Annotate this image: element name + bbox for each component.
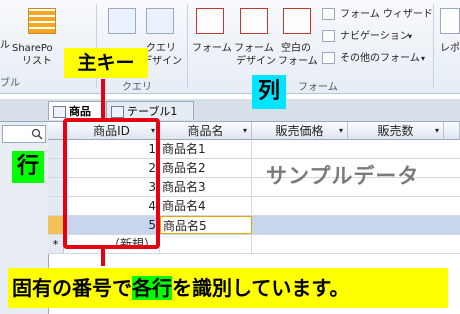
chevron-down-icon: ▾ [338, 126, 343, 135]
navigation-icon [322, 30, 335, 42]
query-design-icon [146, 8, 174, 34]
form-icon [196, 8, 224, 34]
record-selector[interactable] [48, 178, 64, 196]
tab-label: テーブル1 [127, 105, 178, 118]
form-design-label-1: フォーム [234, 43, 274, 54]
query-wizard-icon[interactable] [108, 8, 136, 34]
tab-label: 商品 [69, 105, 91, 118]
column-label: 列 [252, 75, 286, 109]
ribbon-left-cut: ル [0, 40, 10, 51]
primary-key-highlight-box [63, 118, 160, 249]
column-header-quantity[interactable]: 販売数 ▾ [348, 122, 444, 140]
blank-form-label-2: フォーム [278, 56, 318, 67]
ribbon-separator [433, 4, 434, 88]
sample-data-label: サンプルデータ [266, 164, 420, 188]
search-input[interactable] [2, 125, 46, 143]
forms-group-label: フォーム [298, 82, 338, 93]
sharepoint-label-2: リスト [22, 56, 52, 67]
search-icon [31, 128, 43, 140]
table-icon [53, 106, 66, 118]
form-design-label-2: デザイン [236, 56, 276, 67]
form-wizard-label: フォーム ウィザード [340, 9, 433, 20]
new-record-marker[interactable]: * [48, 235, 64, 253]
cell-name-editing[interactable]: 商品名5 [160, 216, 252, 234]
primary-key-label: 主キー [64, 48, 148, 78]
record-selector[interactable] [48, 197, 64, 215]
report-icon [440, 8, 460, 34]
sharepoint-icon [28, 8, 56, 34]
row-label: 行 [12, 151, 44, 183]
ribbon-left-group-cut: ブル [0, 78, 20, 89]
query-design-label-1: クエリ [146, 43, 176, 54]
chevron-down-icon: ▾ [242, 126, 247, 135]
other-forms-icon [322, 52, 335, 64]
blank-form-label-1: 空白の [281, 43, 311, 54]
caption-pointer [101, 248, 105, 266]
column-header-label: 販売数 [377, 124, 414, 138]
cell-name-new[interactable] [160, 235, 252, 253]
navigation-label: ナビゲーション [340, 31, 410, 42]
caption-text-2: を識別しています。 [172, 276, 350, 300]
cell-name[interactable]: 商品名4 [160, 197, 252, 215]
other-forms-label: その他のフォーム [340, 53, 420, 64]
record-selector[interactable] [48, 140, 64, 158]
sharepoint-label-1: SharePo [12, 43, 53, 54]
column-header-name[interactable]: 商品名 ▾ [160, 122, 252, 140]
record-selector[interactable] [48, 216, 64, 234]
caption-banner: 固有の番号で各行を識別しています。 [8, 268, 448, 308]
ribbon-separator [187, 4, 188, 88]
form-label: フォーム [192, 43, 232, 54]
form-wizard-icon [322, 8, 335, 20]
column-header-label: 商品名 [187, 124, 224, 138]
chevron-down-icon: ▾ [408, 32, 413, 41]
report-label: レポー [440, 43, 460, 54]
select-all[interactable] [48, 122, 64, 140]
caption-text-1: 固有の番号で [12, 276, 132, 300]
query-group-label: クエリ [122, 82, 152, 93]
column-header-price[interactable]: 販売価格 ▾ [252, 122, 348, 140]
ribbon: ル ブル SharePo リスト クエリ デザイン クエリ フォーム フォーム … [0, 0, 460, 94]
query-design-label-2: デザイン [142, 56, 182, 67]
table-icon [111, 106, 124, 118]
chevron-down-icon: ▾ [421, 54, 426, 63]
cell-name[interactable]: 商品名3 [160, 178, 252, 196]
cell-name[interactable]: 商品名2 [160, 159, 252, 177]
blank-form-icon [283, 8, 311, 34]
caption-highlight: 各行 [132, 276, 172, 300]
cell-name[interactable]: 商品名1 [160, 140, 252, 158]
column-header-add[interactable] [444, 122, 460, 140]
column-header-label: 販売価格 [275, 124, 324, 138]
form-design-icon [240, 8, 268, 34]
primary-key-pointer [101, 79, 105, 119]
record-selector[interactable] [48, 159, 64, 177]
chevron-down-icon: ▾ [434, 126, 439, 135]
